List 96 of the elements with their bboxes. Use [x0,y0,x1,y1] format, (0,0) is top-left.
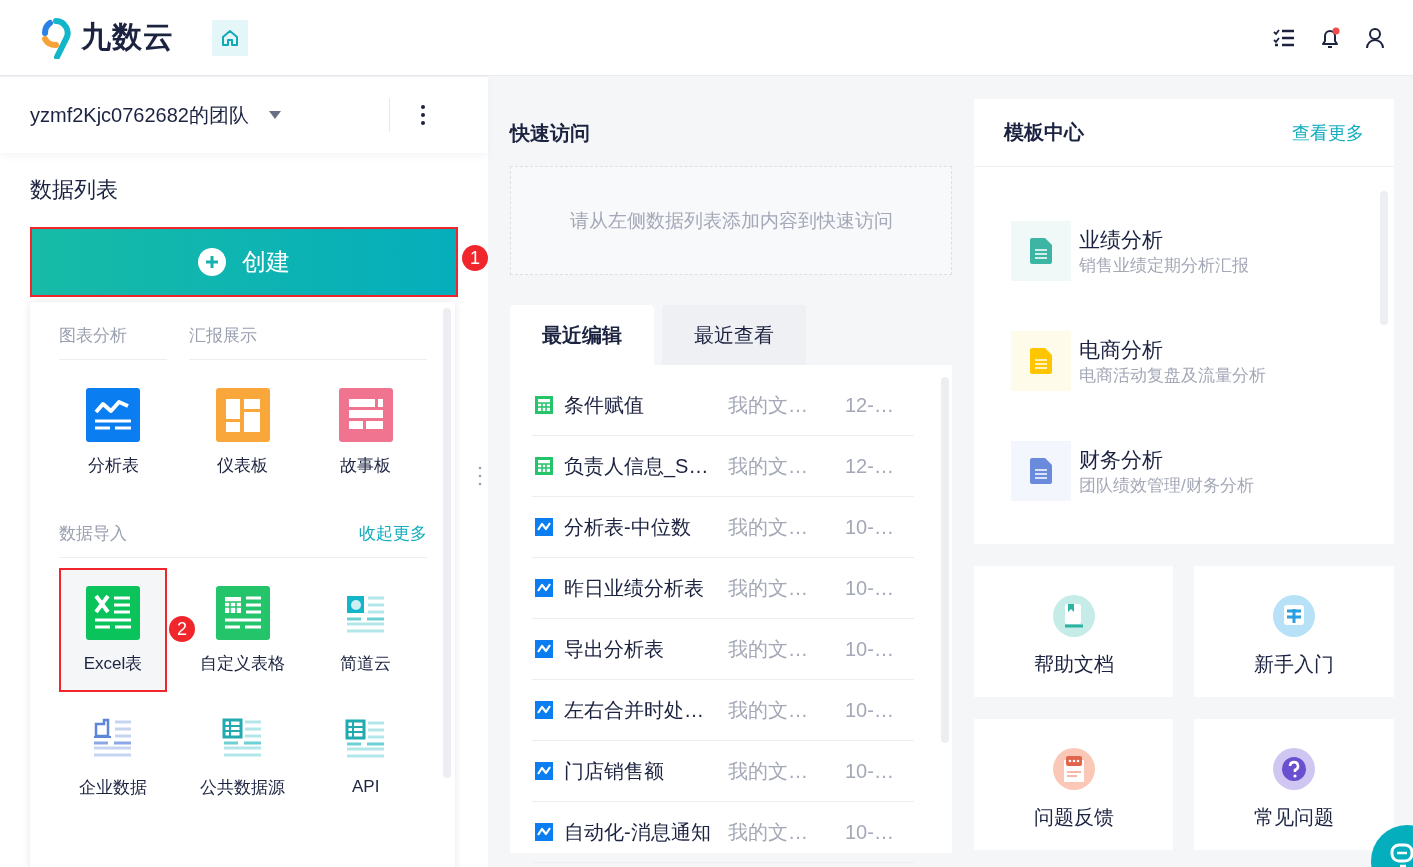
file-name: 左右合并时处… [564,697,705,723]
section-header: 汇报展示 [189,324,427,360]
file-name: 导出分析表 [564,636,665,662]
create-option[interactable]: 仪表板 [189,370,297,494]
file-name: 昨日业绩分析表 [564,575,705,601]
template-description: 团队绩效管理/财务分析 [1079,474,1254,497]
create-option[interactable]: 简道云 [311,568,420,692]
template-title: 电商分析 [1079,336,1164,363]
file-location: 我的文… [728,697,809,723]
file-row[interactable]: 分析表-中位数 我的文… 10-… [532,497,914,558]
template-description: 电商活动复盘及流量分析 [1079,364,1266,387]
table-icon [535,457,553,475]
dashboard-icon [216,387,270,442]
file-row[interactable]: 昨日业绩分析表 我的文… 10-… [532,558,914,619]
file-location: 我的文… [728,514,809,540]
resize-handle-icon[interactable] [478,466,482,486]
file-row[interactable]: 自动化-消息通知 我的文… 10-… [532,802,914,863]
empty-message: 请从左侧数据列表添加内容到快速访问 [569,208,893,233]
file-row[interactable]: 条件赋值 我的文… 12-… [532,375,914,436]
document-icon [1011,221,1071,281]
file-date: 10-… [845,576,894,600]
create-option[interactable]: 企业数据 [59,692,167,816]
file-row[interactable]: 导出分析表 我的文… 10-… [532,619,914,680]
file-date: 10-… [845,759,894,783]
user-icon[interactable] [1365,26,1385,49]
chart-icon [535,640,553,658]
file-date: 12-… [845,454,894,478]
feedback-icon [1052,748,1095,790]
signpost-icon [1273,595,1315,637]
create-option[interactable]: API [311,692,420,816]
document-icon [1011,441,1071,501]
file-date: 12-… [845,393,894,417]
line-chart-icon [86,387,140,442]
create-option[interactable]: 分析表 [59,370,167,494]
file-date: 10-… [845,515,894,539]
file-date: 10-… [845,820,894,844]
question-icon [1273,748,1315,790]
template-item[interactable]: 业绩分析 销售业绩定期分析汇报 [1011,221,1394,281]
excel-icon [86,585,140,640]
card-title: 模板中心 [1004,120,1084,145]
section-header: 图表分析 [59,324,167,360]
file-row[interactable]: 负责人信息_S… 我的文… 12-… [532,436,914,497]
file-location: 我的文… [728,636,809,662]
table-icon [216,585,270,640]
shortcut-card[interactable]: 问题反馈 [974,719,1173,850]
document-icon [1011,331,1071,391]
file-location: 我的文… [728,575,809,601]
file-row[interactable]: 左右合并时处… 我的文… 10-… [532,680,914,741]
file-date: 10-… [845,698,894,722]
section-title: 快速访问 [510,121,591,144]
template-description: 销售业绩定期分析汇报 [1079,254,1249,277]
step-badge: 2 [169,616,195,642]
file-location: 我的文… [728,758,809,784]
section-header: 数据导入 [59,522,167,558]
template-title: 业绩分析 [1079,226,1164,253]
logo-text: 九数云 [81,19,174,55]
file-name: 条件赋值 [564,392,645,418]
chart-icon [535,823,553,841]
caret-icon[interactable] [269,111,281,119]
home-icon [220,27,240,48]
tab[interactable]: 最近编辑 [510,305,654,365]
tab[interactable]: 最近查看 [662,305,806,365]
book-icon [1052,595,1095,637]
file-name: 门店销售额 [564,758,665,784]
home-button[interactable] [212,19,248,56]
template-item[interactable]: 财务分析 团队绩效管理/财务分析 [1011,441,1394,501]
step-badge: 1 [462,245,488,271]
chart-icon [535,518,553,536]
more-icon[interactable] [421,105,425,125]
shortcut-card[interactable]: 帮助文档 [974,566,1173,697]
template-item[interactable]: 电商分析 电商活动复盘及流量分析 [1011,331,1394,391]
team-selector[interactable]: yzmf2Kjc0762682的团队 [30,101,249,129]
chart-icon [535,762,553,780]
checklist-icon[interactable] [1273,27,1295,48]
storyboard-icon [338,387,393,442]
plus-icon [198,248,226,276]
notification-bell-icon[interactable] [1319,26,1341,49]
file-date: 10-… [845,637,894,661]
file-name: 负责人信息_S… [564,453,710,480]
file-name: 自动化-消息通知 [564,819,712,845]
section-title: 数据列表 [29,176,119,204]
logo-icon [39,16,73,59]
file-row[interactable]: 门店销售额 我的文… 10-… [532,741,914,802]
chart-icon [535,579,553,597]
create-option[interactable]: 故事板 [311,370,420,494]
create-option[interactable]: Excel表 [59,568,167,692]
file-location: 我的文… [728,819,809,845]
create-option[interactable]: 公共数据源 [189,692,297,816]
file-location: 我的文… [728,453,809,479]
file-name: 分析表-中位数 [564,514,692,540]
table-icon [535,396,553,414]
shortcut-card[interactable]: 常见问题 [1194,719,1394,850]
file-location: 我的文… [728,392,809,418]
chart-icon [535,701,553,719]
shortcut-card[interactable]: 新手入门 [1194,566,1394,697]
template-title: 财务分析 [1079,446,1164,473]
